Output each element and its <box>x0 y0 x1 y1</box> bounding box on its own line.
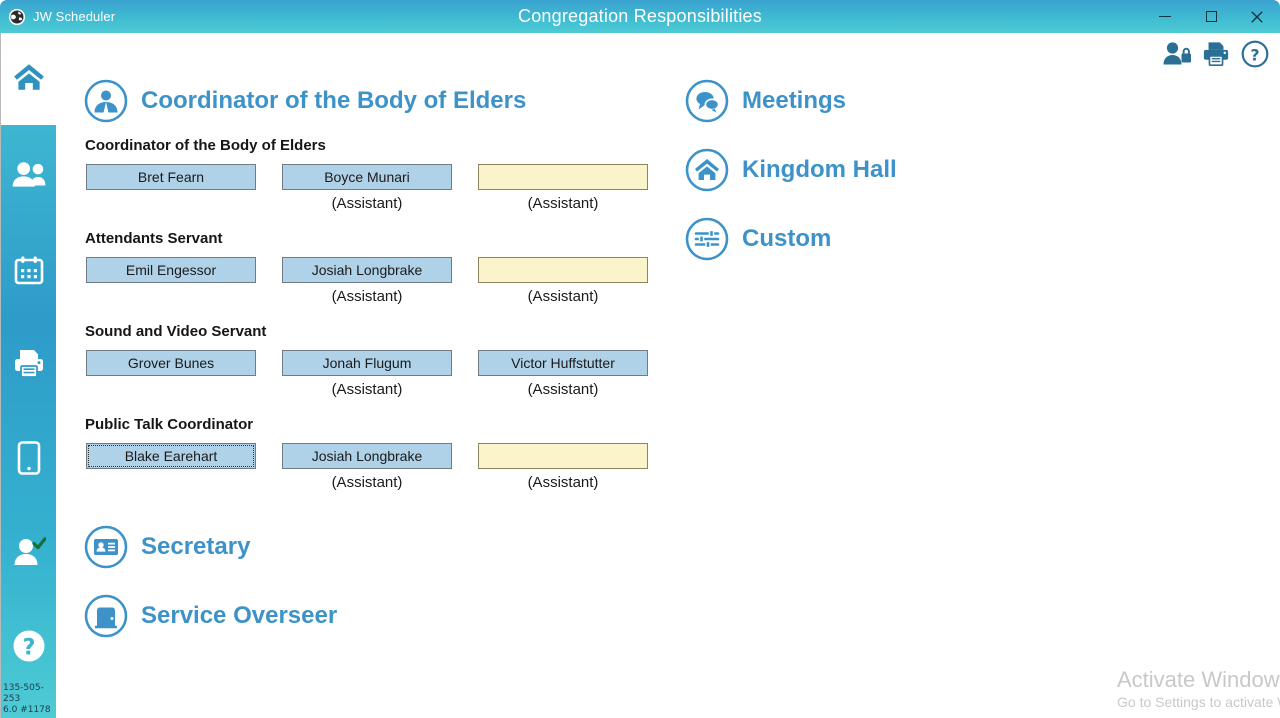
watermark-title: Activate Windows <box>1117 667 1280 692</box>
sidebar: ? 135-505-253 6.0 #1178 <box>0 33 57 718</box>
field-attendants-assistant-1[interactable]: Josiah Longbrake <box>282 257 452 283</box>
section-header-coordinator[interactable]: Coordinator of the Body of Elders <box>84 79 526 123</box>
group-label-sound-video: Sound and Video Servant <box>85 323 267 340</box>
id-card-circle-icon <box>84 525 128 569</box>
assistant-label-public-talk-1: (Assistant) <box>331 474 403 491</box>
field-attendants-primary[interactable]: Emil Engessor <box>86 257 256 283</box>
sidebar-item-publishers[interactable] <box>1 141 57 215</box>
sliders-circle-icon <box>685 217 729 261</box>
field-public-talk-primary[interactable]: Blake Earehart <box>86 443 256 469</box>
person-circle-icon <box>84 79 128 123</box>
watermark-subtitle: Go to Settings to activate Windows. <box>1117 694 1280 710</box>
assistant-label-coordinator-2: (Assistant) <box>527 195 599 212</box>
door-circle-icon <box>84 594 128 638</box>
section-label: Custom <box>742 225 832 252</box>
maximize-button[interactable] <box>1188 0 1234 33</box>
sidebar-item-mobile[interactable] <box>1 423 57 497</box>
section-header-meetings[interactable]: Meetings <box>685 79 846 123</box>
minimize-button[interactable] <box>1142 0 1188 33</box>
sidebar-item-home[interactable] <box>1 33 57 125</box>
field-attendants-assistant-2[interactable] <box>478 257 648 283</box>
section-label: Kingdom Hall <box>742 156 897 183</box>
group-label-attendants: Attendants Servant <box>85 230 223 247</box>
chat-circle-icon <box>685 79 729 123</box>
close-icon <box>1251 10 1263 23</box>
field-sound-video-primary[interactable]: Grover Bunes <box>86 350 256 376</box>
minimize-icon <box>1159 16 1171 17</box>
person-check-icon <box>12 536 47 573</box>
assistant-label-sound-video-2: (Assistant) <box>527 381 599 398</box>
activate-windows-watermark: Activate Windows Go to Settings to activ… <box>1117 666 1280 712</box>
help-button[interactable]: ? <box>1240 40 1270 73</box>
version-line-2: 6.0 #1178 <box>3 705 51 715</box>
calendar-icon <box>13 254 45 291</box>
content-area: ? Coordinator of the Body of Elders Coor… <box>56 33 1280 718</box>
assistant-label-public-talk-2: (Assistant) <box>527 474 599 491</box>
field-public-talk-assistant-1[interactable]: Josiah Longbrake <box>282 443 452 469</box>
title-bar: JW Scheduler Congregation Responsibiliti… <box>0 0 1280 33</box>
sidebar-item-attendance[interactable] <box>1 517 57 591</box>
home-circle-icon <box>685 148 729 192</box>
group-label-public-talk: Public Talk Coordinator <box>85 416 254 433</box>
section-label: Service Overseer <box>141 602 338 629</box>
printer-icon <box>1202 40 1230 73</box>
section-label: Secretary <box>141 533 251 560</box>
section-header-kingdom-hall[interactable]: Kingdom Hall <box>685 148 897 192</box>
assistant-label-attendants-1: (Assistant) <box>331 288 403 305</box>
version-info: 135-505-253 6.0 #1178 <box>3 683 57 716</box>
svg-text:?: ? <box>23 635 36 660</box>
sidebar-item-print[interactable] <box>1 329 57 403</box>
group-label-coordinator: Coordinator of the Body of Elders <box>85 137 326 154</box>
assistant-label-sound-video-1: (Assistant) <box>331 381 403 398</box>
people-icon <box>11 160 47 197</box>
close-button[interactable] <box>1234 0 1280 33</box>
maximize-icon <box>1205 11 1217 22</box>
field-public-talk-assistant-2[interactable] <box>478 443 648 469</box>
section-header-custom[interactable]: Custom <box>685 217 831 261</box>
sidebar-item-help[interactable]: ? <box>1 611 57 685</box>
field-coordinator-assistant-2[interactable] <box>478 164 648 190</box>
field-coordinator-assistant-1[interactable]: Boyce Munari <box>282 164 452 190</box>
assistant-label-attendants-2: (Assistant) <box>527 288 599 305</box>
window-controls <box>1142 0 1280 33</box>
section-label: Meetings <box>742 87 847 114</box>
user-lock-button[interactable] <box>1162 41 1192 71</box>
person-lock-icon <box>1162 41 1192 72</box>
print-button[interactable] <box>1201 41 1231 71</box>
sidebar-item-schedule[interactable] <box>1 235 57 309</box>
assistant-label-coordinator-1: (Assistant) <box>331 195 403 212</box>
section-header-service-overseer[interactable]: Service Overseer <box>84 594 337 638</box>
window-title: Congregation Responsibilities <box>518 6 762 26</box>
application-window: JW Scheduler Congregation Responsibiliti… <box>0 0 1280 718</box>
section-header-secretary[interactable]: Secretary <box>84 525 250 569</box>
field-coordinator-primary[interactable]: Bret Fearn <box>86 164 256 190</box>
svg-text:?: ? <box>1250 45 1259 64</box>
version-line-1: 135-505-253 <box>3 683 44 704</box>
printer-icon <box>12 348 46 385</box>
question-circle-icon: ? <box>1241 40 1269 73</box>
section-label: Coordinator of the Body of Elders <box>141 87 527 114</box>
home-icon <box>12 60 46 99</box>
field-sound-video-assistant-1[interactable]: Jonah Flugum <box>282 350 452 376</box>
phone-icon <box>17 440 41 480</box>
field-sound-video-assistant-2[interactable]: Victor Huffstutter <box>478 350 648 376</box>
question-circle-icon: ? <box>12 629 46 668</box>
content-toolbar: ? <box>1162 40 1270 73</box>
